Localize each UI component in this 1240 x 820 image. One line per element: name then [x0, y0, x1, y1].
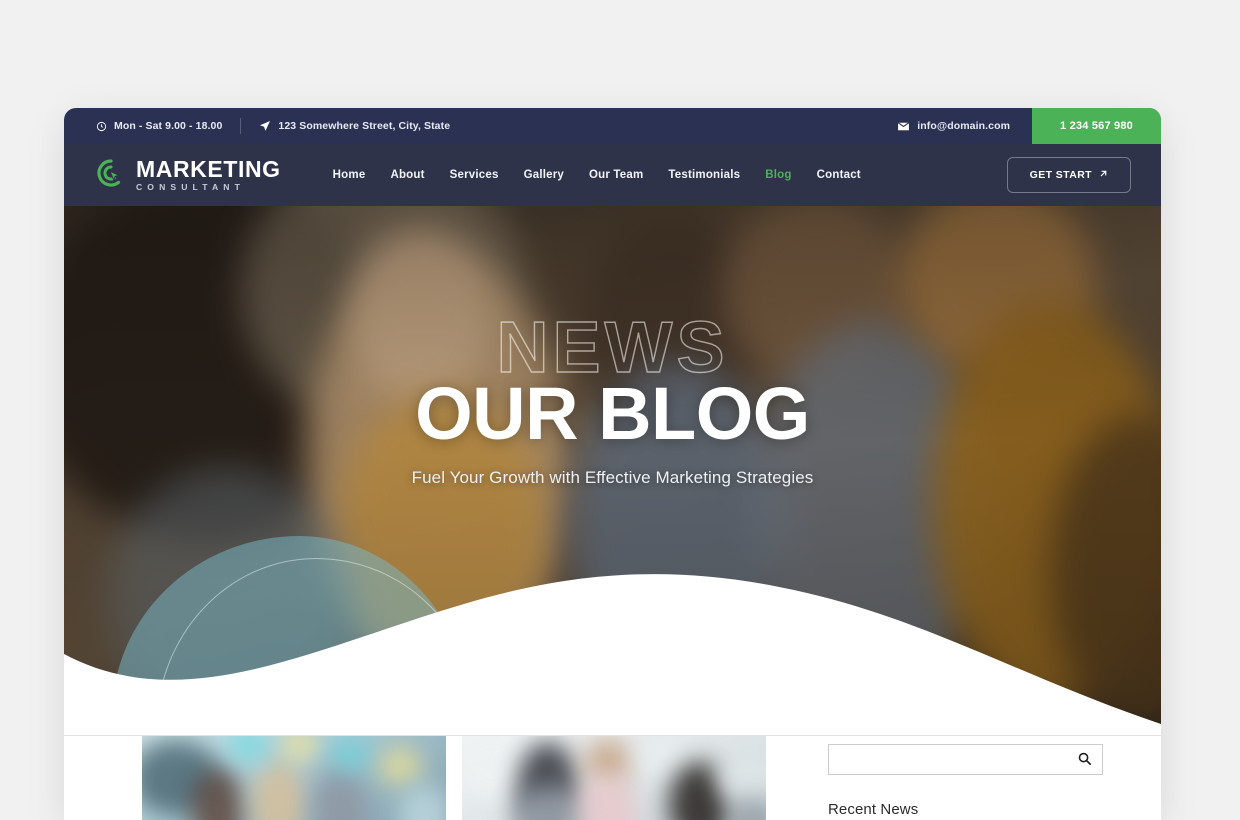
nav-item-gallery[interactable]: Gallery — [524, 169, 564, 181]
topbar-divider — [240, 118, 242, 134]
blog-content-section: Recent News — [64, 727, 1161, 820]
site-logo[interactable]: MARKETING CONSULTANT — [96, 158, 281, 193]
screenshot-stage: Mon - Sat 9.00 - 18.00 123 Somewhere Str… — [0, 0, 1240, 820]
clock-icon — [96, 121, 107, 132]
top-utility-bar: Mon - Sat 9.00 - 18.00 123 Somewhere Str… — [64, 108, 1161, 144]
business-address-text: 123 Somewhere Street, City, State — [278, 120, 451, 132]
main-navigation-bar: MARKETING CONSULTANT Home About Services… — [64, 144, 1161, 206]
post-list — [142, 736, 766, 820]
post-card-1[interactable] — [142, 736, 446, 820]
location-arrow-icon — [259, 120, 271, 132]
logo-title: MARKETING — [136, 156, 281, 183]
search-button[interactable] — [1075, 751, 1094, 769]
hero-section: NEWS OUR BLOG Fuel Your Growth with Effe… — [64, 206, 1161, 727]
business-address: 123 Somewhere Street, City, State — [259, 120, 450, 132]
get-start-button[interactable]: GET START — [1006, 157, 1131, 193]
logo-subtitle: CONSULTANT — [136, 182, 245, 193]
phone-text: 1 234 567 980 — [1060, 120, 1133, 132]
get-start-label: GET START — [1029, 169, 1092, 181]
post-card-2[interactable] — [462, 736, 766, 820]
nav-item-contact[interactable]: Contact — [817, 169, 861, 181]
nav-item-blog[interactable]: Blog — [765, 169, 791, 181]
recent-news-heading: Recent News — [828, 801, 919, 818]
topbar-left-group: Mon - Sat 9.00 - 18.00 123 Somewhere Str… — [64, 118, 450, 134]
logo-text-block: MARKETING CONSULTANT — [136, 158, 281, 192]
blog-sidebar: Recent News — [828, 736, 1103, 820]
phone-button[interactable]: 1 234 567 980 — [1032, 108, 1161, 144]
nav-item-testimonials[interactable]: Testimonials — [668, 169, 740, 181]
target-cursor-icon — [96, 158, 126, 193]
nav-item-our-team[interactable]: Our Team — [589, 169, 643, 181]
nav-item-home[interactable]: Home — [333, 169, 366, 181]
search-box[interactable] — [828, 744, 1103, 775]
hero-subtitle: Fuel Your Growth with Effective Marketin… — [411, 467, 814, 487]
nav-item-about[interactable]: About — [390, 169, 424, 181]
arrow-up-right-icon — [1099, 169, 1108, 181]
email-link[interactable]: info@domain.com — [897, 120, 1032, 133]
content-grid: Recent News — [64, 736, 1161, 820]
business-hours: Mon - Sat 9.00 - 18.00 — [96, 120, 222, 132]
topbar-right-group: info@domain.com 1 234 567 980 — [897, 108, 1161, 144]
search-input[interactable] — [839, 752, 1075, 767]
hero-text-block: NEWS OUR BLOG Fuel Your Growth with Effe… — [64, 311, 1161, 488]
email-text: info@domain.com — [917, 120, 1011, 132]
search-icon — [1077, 751, 1092, 769]
nav-item-services[interactable]: Services — [450, 169, 499, 181]
website-page: Mon - Sat 9.00 - 18.00 123 Somewhere Str… — [64, 108, 1161, 820]
business-hours-text: Mon - Sat 9.00 - 18.00 — [114, 120, 223, 132]
nav-links: Home About Services Gallery Our Team Tes… — [333, 169, 861, 181]
page-title: OUR BLOG — [415, 372, 810, 456]
envelope-icon — [897, 120, 910, 133]
